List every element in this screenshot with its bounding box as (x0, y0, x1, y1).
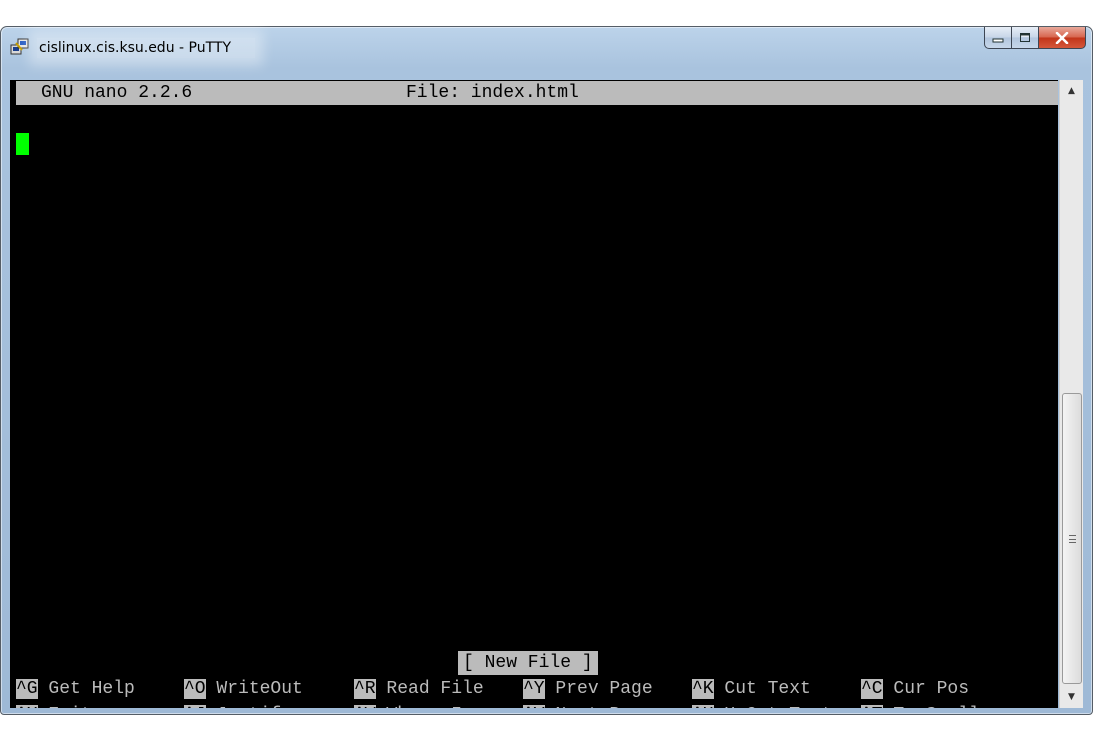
window-controls (984, 27, 1086, 49)
vertical-scrollbar[interactable]: ▲ ▼ (1059, 80, 1083, 708)
shortcut-cut-text: ^K Cut Text (692, 677, 811, 701)
chevron-down-icon: ▼ (1068, 692, 1075, 702)
shortcut-justify: ^J Justify (184, 703, 292, 708)
shortcut-key: ^U (692, 705, 714, 708)
shortcut-label: To Spell (893, 705, 979, 708)
shortcut-label: UnCut Text (724, 705, 832, 708)
shortcut-label: Prev Page (555, 679, 653, 699)
shortcut-read-file: ^R Read File (354, 677, 484, 701)
scrollbar-thumb[interactable] (1062, 393, 1082, 684)
shortcut-where-is: ^W Where Is (354, 703, 473, 708)
shortcut-label: Cur Pos (893, 679, 970, 699)
putty-icon[interactable] (10, 37, 30, 57)
shortcut-key: ^J (184, 705, 206, 708)
nano-header-bar: GNU nano 2.2.6 File: index.html (16, 81, 1058, 105)
title-bar[interactable]: cislinux.cis.ksu.edu - PuTTY (1, 27, 1092, 72)
shortcut-cur-pos: ^C Cur Pos (861, 677, 969, 701)
shortcut-label: Read File (386, 679, 484, 699)
shortcut-get-help: ^G Get Help (16, 677, 135, 701)
shortcut-label: Where Is (386, 705, 472, 708)
nano-version: GNU nano 2.2.6 (41, 83, 193, 103)
shortcut-next-page: ^V Next Page (523, 703, 653, 708)
shortcut-key: ^R (354, 679, 376, 699)
shortcut-key: ^K (692, 679, 714, 699)
maximize-button[interactable] (1012, 27, 1039, 49)
shortcut-key: ^W (354, 705, 376, 708)
nano-status-message: [ New File ] (458, 651, 598, 675)
window-title: cislinux.cis.ksu.edu - PuTTY (37, 38, 256, 58)
scroll-down-button[interactable]: ▼ (1060, 686, 1083, 708)
shortcut-prev-page: ^Y Prev Page (523, 677, 653, 701)
shortcut-uncut-text: ^U UnCut Text (692, 703, 832, 708)
shortcut-row-2: ^X Exit ^J Justify ^W Where Is ^V Next Page… (16, 703, 1058, 708)
shortcut-exit: ^X Exit (16, 703, 92, 708)
putty-window: cislinux.cis.ksu.edu - PuTTY GNU nano 2.… (0, 26, 1093, 715)
shortcut-row-1: ^G Get Help ^O WriteOut ^R Read File ^Y Pre… (16, 677, 1058, 701)
shortcut-label: Get Help (48, 679, 135, 699)
shortcut-writeout: ^O WriteOut (184, 677, 303, 701)
minimize-icon (992, 38, 1004, 42)
chevron-up-icon: ▲ (1068, 86, 1075, 96)
shortcut-key: ^T (861, 705, 883, 708)
shortcut-key: ^V (523, 705, 545, 708)
scroll-up-button[interactable]: ▲ (1060, 80, 1083, 102)
minimize-button[interactable] (984, 27, 1012, 49)
close-button[interactable] (1039, 27, 1086, 49)
shortcut-to-spell: ^T To Spell (861, 703, 980, 708)
grip-icon (1068, 534, 1076, 543)
shortcut-label: Cut Text (724, 679, 811, 699)
shortcut-label: Next Page (555, 705, 652, 708)
maximize-icon (1020, 33, 1030, 42)
terminal-area[interactable]: GNU nano 2.2.6 File: index.html [ New Fi… (10, 80, 1058, 708)
shortcut-label: Exit (48, 705, 91, 708)
shortcut-key: ^X (16, 705, 38, 708)
shortcut-label: WriteOut (216, 679, 303, 699)
text-cursor (16, 133, 29, 155)
shortcut-label: Justify (216, 705, 292, 708)
shortcut-key: ^G (16, 679, 38, 699)
shortcut-key: ^Y (523, 679, 545, 699)
shortcut-key: ^O (184, 679, 206, 699)
close-icon (1055, 31, 1069, 44)
nano-filename: File: index.html (406, 83, 579, 103)
shortcut-key: ^C (861, 679, 883, 699)
